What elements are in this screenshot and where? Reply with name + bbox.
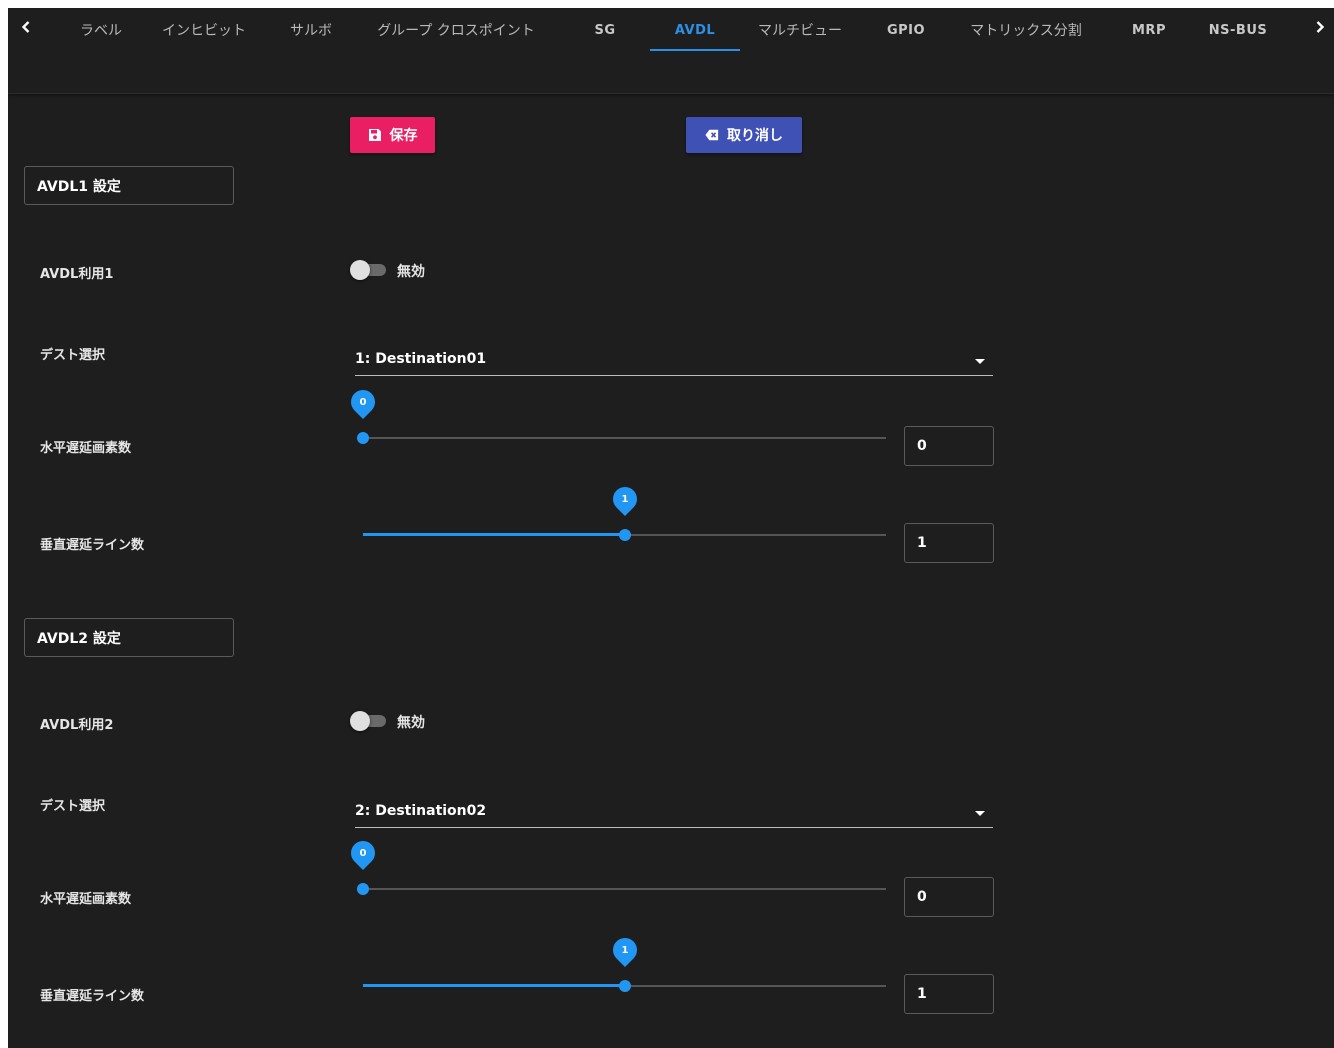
dest-select-avdl2[interactable]: 2: Destination02 [355,798,993,828]
tab-scroll-right-button[interactable] [1308,12,1332,42]
active-tab-indicator [650,49,740,51]
slider-bubble-value: 1 [621,944,629,956]
tab-gpio[interactable]: GPIO [878,8,934,52]
slider-value-bubble: 0 [346,385,380,419]
dest-label-avdl1: デスト選択 [40,348,106,363]
slider-knob[interactable] [619,529,631,541]
section-title-avdl2: AVDL2 設定 [24,618,234,657]
enable-label-avdl1: AVDL利用1 [40,267,114,282]
tab-mrp[interactable]: MRP [1124,8,1174,52]
v-delay-label-avdl2: 垂直遅延ライン数 [40,989,145,1004]
v-delay-slider-avdl1[interactable]: 1 [363,482,886,547]
slider-knob[interactable] [357,432,369,444]
slider-bubble-value: 1 [621,493,629,505]
dest-select-avdl1[interactable]: 1: Destination01 [355,346,993,376]
v-delay-slider-avdl2[interactable]: 1 [363,933,886,998]
enable-state-text-avdl1: 無効 [397,264,425,280]
tab-group-crosspoint[interactable]: グループ クロスポイント [366,8,546,52]
h-delay-input-avdl1[interactable] [904,426,994,466]
toggle-thumb [350,711,370,731]
cancel-button-label: 取り消し [727,128,783,144]
slider-value-bubble: 1 [608,933,642,967]
slider-value-bubble: 0 [346,836,380,870]
cancel-button[interactable]: 取り消し [686,117,802,153]
backspace-icon [705,129,719,141]
tab-matrix-split[interactable]: マトリックス分割 [958,8,1094,52]
slider-fill [363,533,625,536]
h-delay-label-avdl1: 水平遅延画素数 [40,441,132,456]
dropdown-arrow-icon [975,811,985,816]
tab-salvo[interactable]: サルボ [278,8,344,52]
dest-select-value: 2: Destination02 [355,803,487,819]
dropdown-arrow-icon [975,359,985,364]
slider-bubble-value: 0 [359,396,367,408]
slider-rail [363,437,886,439]
v-delay-input-avdl1[interactable] [904,523,994,563]
tab-label[interactable]: ラベル [66,8,136,52]
tab-scroll-left-button[interactable] [14,12,38,42]
tab-avdl[interactable]: AVDL [650,8,740,52]
tab-multiview[interactable]: マルチビュー [748,8,852,52]
h-delay-slider-avdl2[interactable]: 0 [346,836,886,901]
slider-knob[interactable] [357,883,369,895]
chevron-right-icon [1316,21,1325,33]
dest-label-avdl2: デスト選択 [40,799,106,814]
v-delay-label-avdl1: 垂直遅延ライン数 [40,538,145,553]
slider-bubble-value: 0 [359,847,367,859]
tab-bar: ラベル インヒビット サルボ グループ クロスポイント SG AVDL マルチビ… [8,8,1334,94]
tab-ns-bus[interactable]: NS-BUS [1200,8,1276,52]
dest-select-value: 1: Destination01 [355,351,487,367]
save-button[interactable]: 保存 [350,117,435,153]
tab-inhibit[interactable]: インヒビット [154,8,254,52]
chevron-left-icon [21,21,30,33]
slider-fill [363,984,625,987]
v-delay-input-avdl2[interactable] [904,974,994,1014]
slider-rail [363,888,886,890]
h-delay-slider-avdl1[interactable]: 0 [346,385,886,450]
enable-label-avdl2: AVDL利用2 [40,718,114,733]
floppy-disk-icon [368,129,381,141]
save-button-label: 保存 [389,128,418,144]
app-window: ラベル インヒビット サルボ グループ クロスポイント SG AVDL マルチビ… [8,8,1334,1048]
tab-sg[interactable]: SG [580,8,630,52]
slider-knob[interactable] [619,980,631,992]
enable-toggle-avdl2[interactable] [350,711,390,731]
toggle-thumb [350,260,370,280]
h-delay-label-avdl2: 水平遅延画素数 [40,892,132,907]
enable-state-text-avdl2: 無効 [397,715,425,731]
h-delay-input-avdl2[interactable] [904,877,994,917]
slider-value-bubble: 1 [608,482,642,516]
section-title-avdl1: AVDL1 設定 [24,166,234,205]
enable-toggle-avdl1[interactable] [350,260,390,280]
